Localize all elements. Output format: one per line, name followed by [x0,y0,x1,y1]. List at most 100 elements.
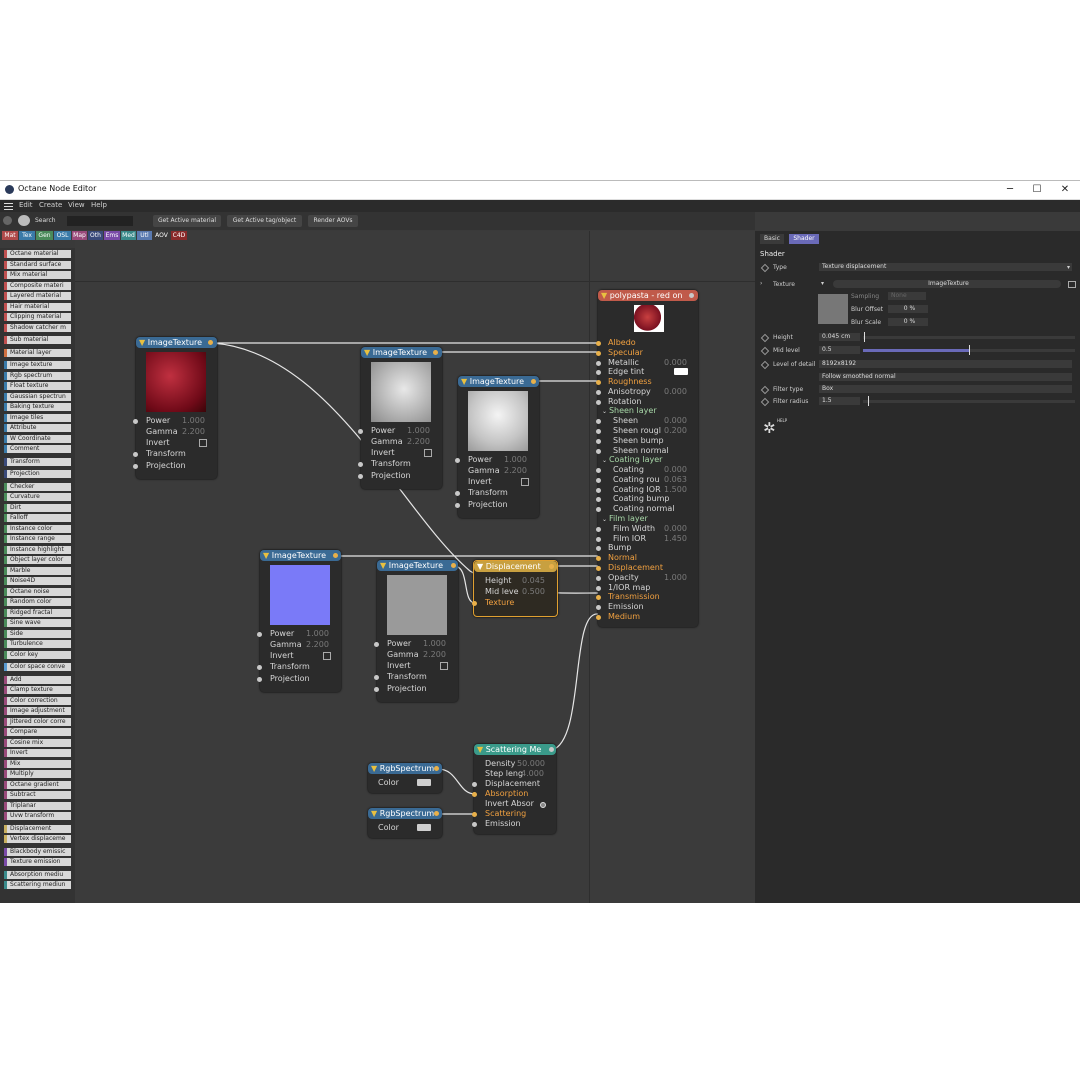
mid-level-field[interactable]: 0.5 [819,346,860,354]
level-of-detail-dropdown[interactable]: 8192x8192 [819,360,1072,368]
input-pin[interactable] [596,556,601,562]
input-pin[interactable] [455,458,460,463]
keyframe-icon[interactable] [760,385,770,395]
material-node[interactable]: ▼ polypasta - red on Albedo Specular Metal… [596,290,698,627]
input-pin[interactable] [455,491,460,496]
input-pin[interactable] [472,822,477,827]
output-pin[interactable] [208,340,213,345]
height-field[interactable]: 0.045 cm [819,333,860,341]
input-pin[interactable] [374,675,379,680]
invert-checkbox[interactable] [440,662,448,670]
input-pin[interactable] [472,812,477,817]
invert-toggle[interactable] [540,802,546,808]
texture-link-field[interactable]: ImageTexture [833,280,1061,288]
filter-radius-slider-handle[interactable] [868,396,869,406]
input-pin[interactable] [257,632,262,637]
invert-checkbox[interactable] [521,478,529,486]
output-pin[interactable] [434,766,439,771]
input-pin[interactable] [374,687,379,692]
input-pin[interactable] [596,429,601,435]
input-pin[interactable] [257,677,262,682]
image-texture-node-1[interactable]: ▼ ImageTexture Power 1.000 Gamma 2.200 Inv… [133,337,217,479]
keyframe-icon[interactable] [760,333,770,343]
input-pin[interactable] [596,585,601,591]
scattering-medium-node[interactable]: ▼ Scattering Me Density 50.000 Step leng 4… [472,744,556,834]
output-pin[interactable] [549,564,554,569]
rgb-spectrum-node-1[interactable]: ▼ RgbSpectrum Color [368,763,442,793]
invert-checkbox[interactable] [199,439,207,447]
image-texture-node-2[interactable]: ▼ ImageTexture Power 1.000 Gamma 2.200 Inv… [358,347,442,489]
input-pin[interactable] [596,448,601,454]
input-pin[interactable] [596,419,601,425]
output-pin[interactable] [333,553,338,558]
input-pin[interactable] [596,526,601,532]
input-pin[interactable] [133,464,138,469]
sampling-dropdown[interactable]: None [888,292,926,300]
folder-icon[interactable] [1068,281,1076,288]
normal-mode-dropdown[interactable]: Follow smoothed normal [819,373,1072,381]
image-texture-node-3[interactable]: ▼ ImageTexture Power 1.000 Gamma 2.200 Inv… [455,376,539,518]
color-swatch[interactable] [417,824,431,831]
input-pin[interactable] [596,399,601,405]
output-pin[interactable] [689,293,694,298]
invert-checkbox[interactable] [424,449,432,457]
filter-radius-field[interactable]: 1.5 [819,397,860,405]
input-pin[interactable] [596,487,601,493]
keyframe-icon[interactable] [760,346,770,356]
input-pin[interactable] [596,477,601,483]
keyframe-icon[interactable] [760,397,770,407]
input-pin[interactable] [257,665,262,670]
output-pin[interactable] [451,563,456,568]
edge-tint-swatch[interactable] [674,368,688,376]
output-pin[interactable] [549,747,554,752]
mid-level-slider-handle[interactable] [969,345,970,355]
input-pin[interactable] [596,350,601,356]
rgb-spectrum-node-2[interactable]: ▼ RgbSpectrum Color [368,808,442,838]
keyframe-icon[interactable] [760,263,770,273]
tab-shader[interactable]: Shader [789,234,819,244]
displacement-node[interactable]: ▼ Displacement Height 0.045 Mid leve 0.500… [472,560,558,617]
output-pin[interactable] [531,379,536,384]
input-pin[interactable] [596,380,601,386]
tab-basic[interactable]: Basic [760,234,784,244]
chevron-right-icon[interactable]: › [760,280,762,287]
input-pin[interactable] [596,341,601,346]
input-pin[interactable] [472,792,477,797]
image-texture-node-4[interactable]: ▼ ImageTexture Power 1.000 Gamma 2.200 Inv… [257,550,341,692]
filter-type-dropdown[interactable]: Box [819,385,1072,393]
input-pin[interactable] [596,605,601,611]
output-pin[interactable] [433,350,438,355]
input-pin[interactable] [596,595,601,601]
input-pin[interactable] [596,370,601,376]
input-pin[interactable] [358,474,363,479]
input-pin[interactable] [133,419,138,424]
input-pin[interactable] [596,438,601,444]
input-pin[interactable] [596,575,601,581]
input-pin[interactable] [596,360,601,366]
height-slider[interactable] [863,336,1075,339]
type-dropdown[interactable]: Texture displacement [819,263,1072,271]
input-pin[interactable] [596,536,601,542]
output-pin[interactable] [434,811,439,816]
input-pin[interactable] [133,452,138,457]
input-pin[interactable] [455,503,460,508]
blur-offset-field[interactable]: 0 % [888,305,928,313]
input-pin[interactable] [472,601,477,606]
invert-checkbox[interactable] [323,652,331,660]
input-pin[interactable] [472,782,477,787]
chevron-down-icon[interactable]: ▾ [821,280,824,287]
height-slider-handle[interactable] [864,332,865,342]
input-pin[interactable] [358,462,363,467]
input-pin[interactable] [596,468,601,474]
blur-scale-field[interactable]: 0 % [888,318,928,326]
filter-radius-slider[interactable] [863,400,1075,403]
input-pin[interactable] [374,642,379,647]
image-texture-node-5[interactable]: ▼ ImageTexture Power 1.000 Gamma 2.200 Inv… [374,560,458,702]
input-pin[interactable] [596,507,601,513]
input-pin[interactable] [596,546,601,552]
input-pin[interactable] [596,614,601,620]
keyframe-icon[interactable] [760,360,770,370]
input-pin[interactable] [358,429,363,434]
input-pin[interactable] [596,389,601,395]
input-pin[interactable] [596,497,601,503]
